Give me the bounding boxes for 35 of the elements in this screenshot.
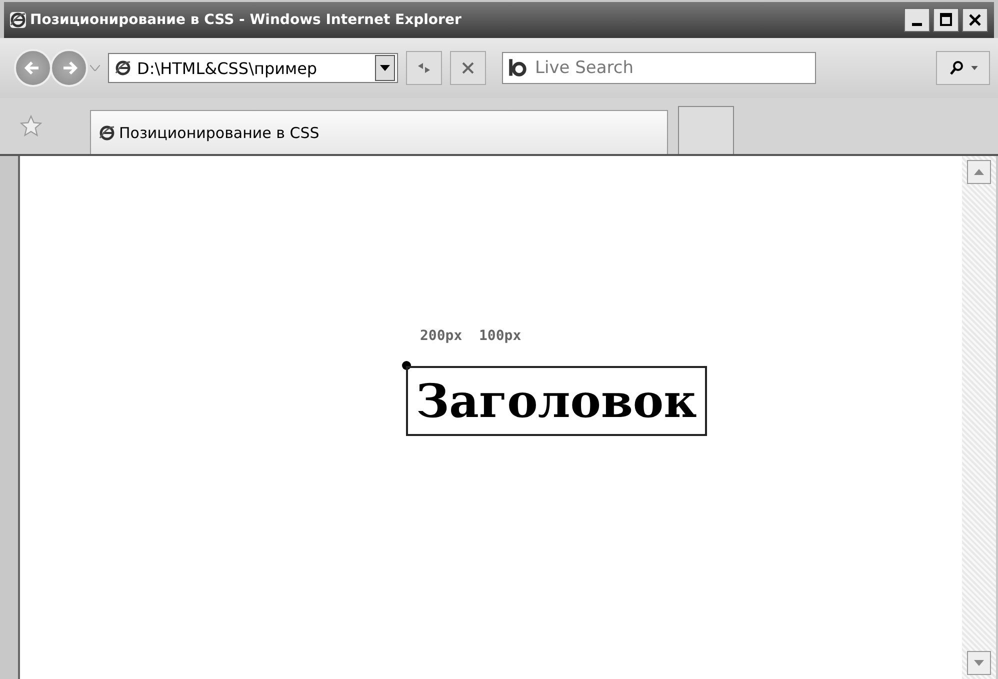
caret-icon — [970, 66, 978, 70]
minimize-icon — [912, 23, 922, 26]
browser-logo-icon — [10, 12, 26, 28]
search-icon — [948, 60, 964, 76]
close-icon — [967, 12, 983, 28]
browser-tab[interactable]: Позиционирование в CSS — [90, 110, 668, 154]
scroll-up-button[interactable] — [967, 160, 991, 184]
new-tab-button[interactable] — [678, 106, 734, 154]
heading-box: Заголовок — [406, 366, 707, 436]
dropdown-button[interactable] — [375, 55, 395, 81]
maximize-icon — [938, 12, 954, 28]
up-arrow-icon — [974, 169, 984, 175]
close-button[interactable] — [962, 8, 988, 32]
refresh-button[interactable] — [406, 51, 442, 85]
stop-icon — [460, 60, 476, 76]
tab-label: Позиционирование в CSS — [119, 124, 320, 142]
search-button[interactable] — [936, 51, 990, 85]
scroll-down-button[interactable] — [967, 651, 991, 675]
search-field[interactable]: Live Search — [502, 52, 816, 84]
refresh-icon — [416, 60, 432, 76]
stop-button[interactable] — [450, 51, 486, 85]
forward-button[interactable] — [50, 49, 88, 87]
window-title: Позиционирование в CSS - Windows Internet Explorer — [30, 12, 462, 28]
minimize-button[interactable] — [904, 8, 930, 32]
address-text: D:\HTML&CSS\пример — [137, 58, 318, 78]
page-icon — [115, 60, 131, 76]
star-icon[interactable] — [20, 115, 42, 137]
caret-icon — [380, 65, 390, 71]
scrollbar[interactable] — [962, 156, 996, 679]
coordinates-label: 200px 100px — [420, 328, 522, 344]
page-icon — [99, 124, 115, 140]
address-field[interactable]: D:\HTML&CSS\пример — [108, 53, 398, 83]
maximize-button[interactable] — [933, 8, 959, 32]
down-arrow-icon — [974, 660, 984, 666]
back-button[interactable] — [14, 49, 52, 87]
